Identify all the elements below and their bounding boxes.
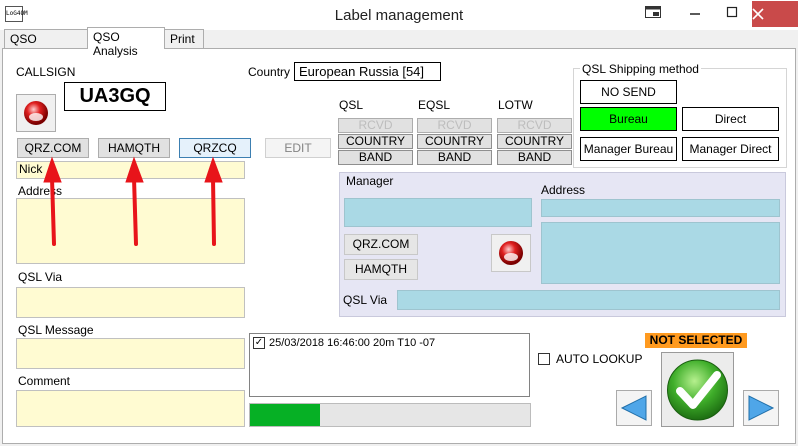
progress-bar: [249, 403, 531, 427]
lotw-country-button[interactable]: COUNTRY: [497, 134, 572, 149]
list-item[interactable]: ✓ 25/03/2018 16:46:00 20m T10 -07: [253, 337, 435, 349]
auto-lookup-label: AUTO LOOKUP: [556, 352, 643, 366]
red-sphere-icon: [499, 241, 523, 265]
manager-qsl-via-field[interactable]: [397, 290, 780, 310]
manager-address-field[interactable]: [541, 222, 780, 284]
no-send-button[interactable]: NO SEND: [580, 80, 677, 104]
previous-button[interactable]: [616, 390, 652, 426]
direct-button[interactable]: Direct: [682, 107, 779, 131]
manager-qrzcom-button[interactable]: QRZ.COM: [344, 234, 418, 255]
tab-qso-analysis[interactable]: QSO Analysis: [87, 27, 165, 58]
lotw-band-button[interactable]: BAND: [497, 150, 572, 165]
arrow-right-icon: [748, 395, 775, 421]
auto-lookup-box[interactable]: [538, 353, 550, 365]
qso-checkbox[interactable]: ✓: [253, 337, 265, 349]
manager-hamqth-button[interactable]: HAMQTH: [344, 259, 418, 280]
manager-bureau-button[interactable]: Manager Bureau: [580, 137, 677, 161]
qsl-country-button[interactable]: COUNTRY: [338, 134, 413, 149]
green-check-icon: [667, 359, 728, 421]
manager-field[interactable]: [344, 198, 532, 227]
manager-label: Manager: [346, 174, 394, 188]
qso-list[interactable]: ✓ 25/03/2018 16:46:00 20m T10 -07: [249, 333, 530, 397]
eqsl-header: EQSL: [418, 98, 451, 112]
qsl-header: QSL: [339, 98, 364, 112]
qso-entry-text: 25/03/2018 16:46:00 20m T10 -07: [269, 337, 436, 349]
eqsl-band-button[interactable]: BAND: [417, 150, 492, 165]
status-badge: NOT SELECTED: [645, 333, 747, 348]
qsl-band-button[interactable]: BAND: [338, 150, 413, 165]
manager-direct-button[interactable]: Manager Direct: [682, 137, 779, 161]
progress-fill: [250, 404, 320, 426]
qsl-rcvd-button[interactable]: RCVD: [338, 118, 413, 133]
arrow-left-icon: [620, 395, 647, 421]
bureau-button[interactable]: Bureau: [580, 107, 677, 131]
shipping-title: QSL Shipping method: [580, 62, 701, 76]
lotw-rcvd-button[interactable]: RCVD: [497, 118, 572, 133]
eqsl-country-button[interactable]: COUNTRY: [417, 134, 492, 149]
manager-address-line[interactable]: [541, 199, 780, 217]
confirm-button[interactable]: [661, 352, 734, 427]
manager-qsl-card-button[interactable]: [491, 234, 531, 272]
eqsl-rcvd-button[interactable]: RCVD: [417, 118, 492, 133]
next-button[interactable]: [743, 390, 779, 426]
lotw-header: LOTW: [498, 98, 533, 112]
manager-qsl-via-label: QSL Via: [343, 293, 388, 307]
auto-lookup-checkbox[interactable]: AUTO LOOKUP: [538, 352, 642, 366]
manager-address-label: Address: [541, 183, 586, 197]
